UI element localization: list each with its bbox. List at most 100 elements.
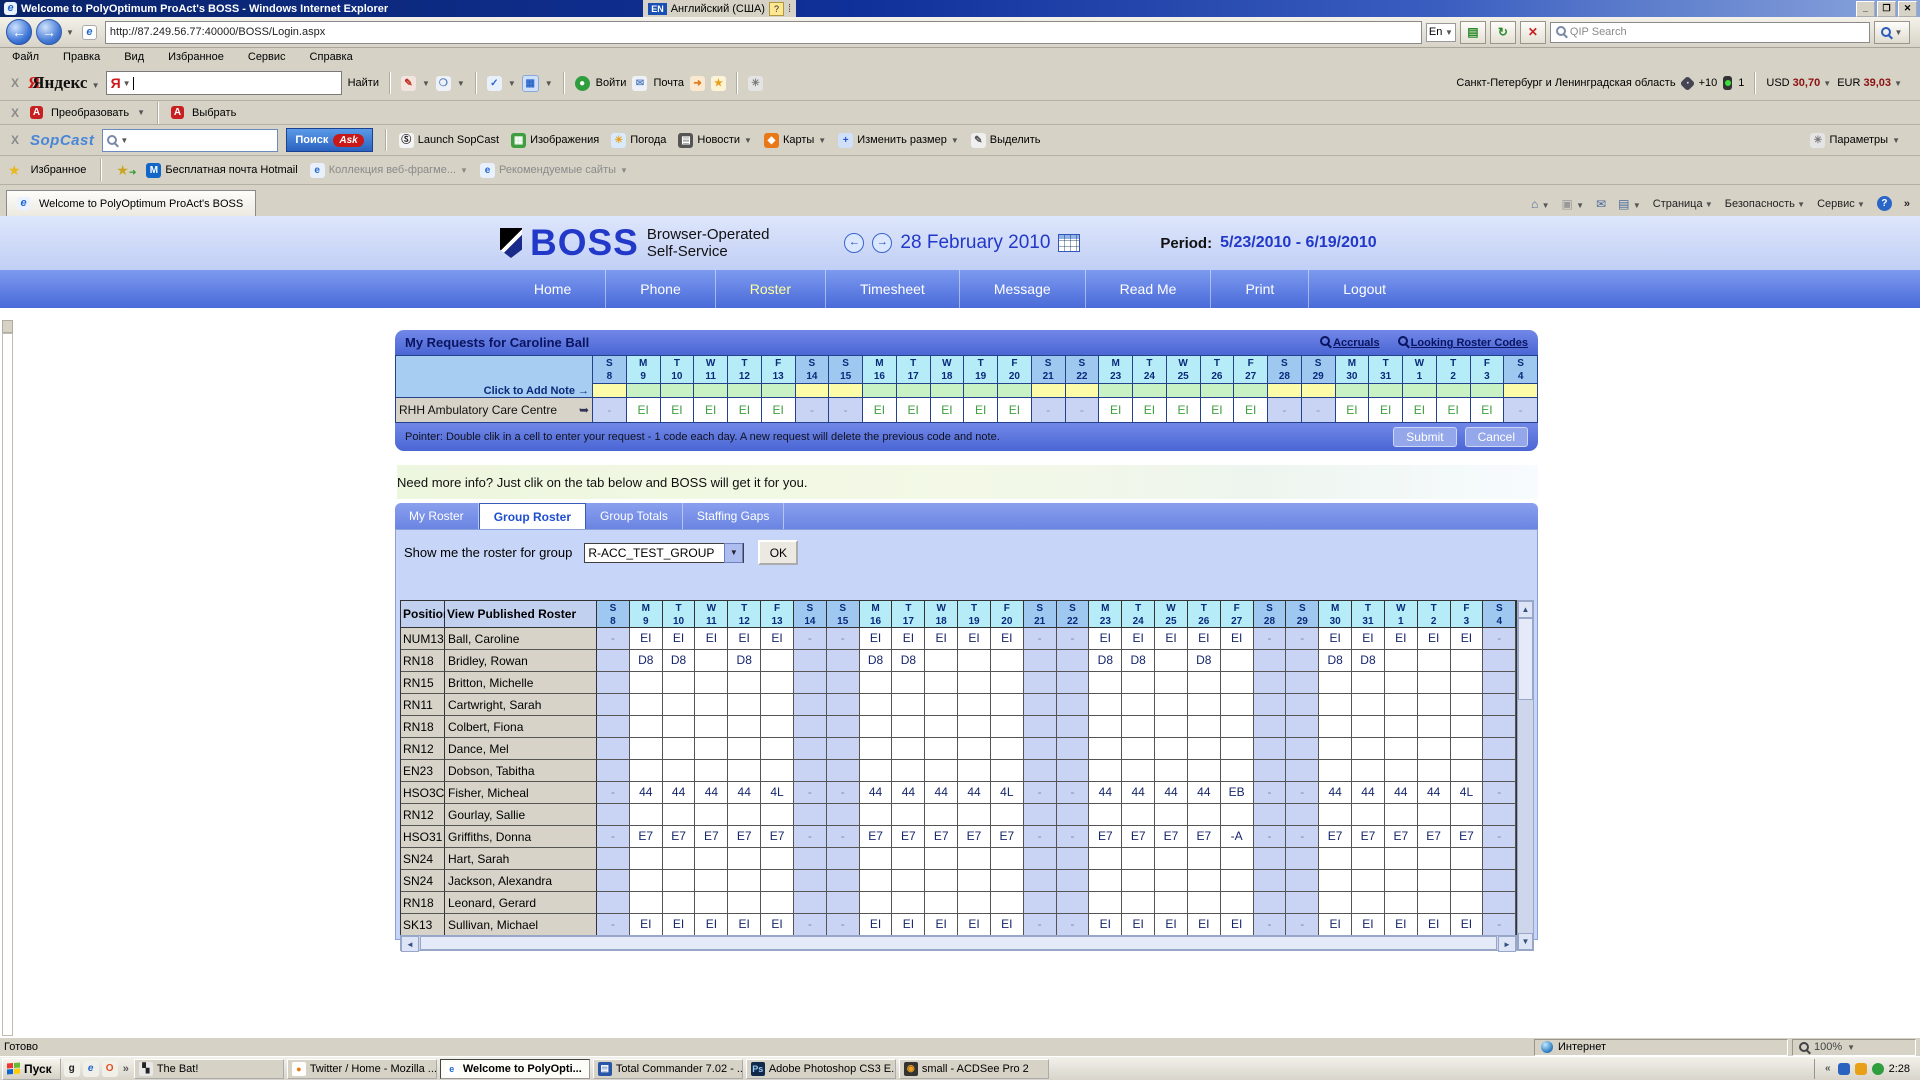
shift-code-cell[interactable] (1352, 694, 1385, 716)
shift-code-cell[interactable] (1319, 760, 1352, 782)
shift-code-cell[interactable] (1286, 738, 1319, 760)
shift-code-cell[interactable] (728, 672, 761, 694)
shift-code-cell[interactable] (991, 716, 1024, 738)
shift-code-cell[interactable]: 44 (892, 782, 925, 804)
shift-code-cell[interactable] (663, 738, 696, 760)
request-code-cell[interactable]: EI (1200, 397, 1234, 422)
add-favorite-icon[interactable]: ★➜ (116, 162, 136, 179)
shift-code-cell[interactable] (1089, 760, 1122, 782)
shift-code-cell[interactable]: 44 (663, 782, 696, 804)
toolbar-chevron-icon[interactable]: » (121, 1063, 131, 1075)
shift-code-cell[interactable] (1221, 870, 1254, 892)
shift-code-cell[interactable] (1286, 672, 1319, 694)
shift-code-cell[interactable]: 4L (761, 782, 794, 804)
shift-code-cell[interactable] (663, 716, 696, 738)
shift-code-cell[interactable] (1155, 738, 1188, 760)
shift-code-cell[interactable] (991, 870, 1024, 892)
language-label[interactable]: Английский (США) (671, 3, 765, 15)
add-note-cell[interactable] (997, 384, 1031, 397)
shift-code-cell[interactable]: - (597, 914, 630, 936)
shift-code-cell[interactable] (1188, 738, 1221, 760)
shift-code-cell[interactable] (1254, 870, 1287, 892)
scroll-down-icon[interactable]: ▼ (1518, 933, 1533, 950)
shift-code-cell[interactable] (1319, 716, 1352, 738)
shift-code-cell[interactable] (1155, 650, 1188, 672)
toolbar-params[interactable]: ✳ Параметры ▼ (1810, 133, 1912, 148)
sopcast-weather-button[interactable]: ☀Погода (611, 133, 666, 148)
shift-code-cell[interactable]: EI (728, 628, 761, 650)
shift-code-cell[interactable] (663, 870, 696, 892)
shift-code-cell[interactable]: EI (1122, 628, 1155, 650)
nav-item-message[interactable]: Message (959, 270, 1085, 308)
shift-code-cell[interactable] (1451, 870, 1484, 892)
shift-code-cell[interactable] (630, 672, 663, 694)
pencil-icon[interactable]: ✎ (401, 76, 416, 91)
nav-item-home[interactable]: Home (500, 270, 605, 308)
shift-code-cell[interactable] (663, 760, 696, 782)
shift-code-cell[interactable]: D8 (1122, 650, 1155, 672)
sopcast-maps-button[interactable]: ◆Карты▼ (764, 133, 826, 148)
shift-code-cell[interactable]: EI (1221, 628, 1254, 650)
shift-code-cell[interactable] (794, 694, 827, 716)
quicklaunch-opera-icon[interactable]: O (102, 1061, 118, 1077)
shift-code-cell[interactable] (827, 870, 860, 892)
shift-code-cell[interactable] (1385, 672, 1418, 694)
menu-item-1[interactable]: Правка (63, 51, 100, 63)
prev-day-button[interactable]: ← (844, 233, 864, 253)
roster-codes-link[interactable]: Looking Roster Codes (1398, 336, 1528, 349)
shift-code-cell[interactable] (728, 804, 761, 826)
shift-code-cell[interactable] (925, 672, 958, 694)
region-label[interactable]: Санкт-Петербург и Ленинградская область (1456, 77, 1675, 89)
convert-button[interactable]: Преобразовать (51, 107, 129, 119)
shift-code-cell[interactable]: EI (1385, 628, 1418, 650)
shift-code-cell[interactable] (827, 892, 860, 914)
shift-code-cell[interactable] (1418, 716, 1451, 738)
shift-code-cell[interactable] (1254, 892, 1287, 914)
shift-code-cell[interactable]: EI (695, 628, 728, 650)
shift-code-cell[interactable] (1254, 716, 1287, 738)
add-note-cell[interactable] (593, 384, 626, 397)
language-bar[interactable]: EN Английский (США) ? ⁞ (643, 0, 796, 17)
shift-code-cell[interactable] (728, 848, 761, 870)
refresh-icon[interactable]: ↻ (1490, 21, 1516, 44)
shift-code-cell[interactable] (695, 672, 728, 694)
request-code-cell[interactable]: EI (1470, 397, 1504, 422)
shift-code-cell[interactable]: 44 (958, 782, 991, 804)
compatibility-icon[interactable]: ▤ (1460, 21, 1486, 44)
request-code-cell[interactable]: EI (997, 397, 1031, 422)
request-code-cell[interactable]: EI (1335, 397, 1369, 422)
tray-icon-yellow[interactable] (1855, 1063, 1867, 1075)
shift-code-cell[interactable]: 44 (1188, 782, 1221, 804)
shift-code-cell[interactable] (728, 760, 761, 782)
shift-code-cell[interactable]: EI (991, 914, 1024, 936)
command-menu-0[interactable]: Страница ▼ (1653, 198, 1713, 210)
shift-code-cell[interactable] (1221, 672, 1254, 694)
shift-code-cell[interactable]: 44 (860, 782, 893, 804)
shift-code-cell[interactable] (1254, 672, 1287, 694)
shift-code-cell[interactable] (1451, 672, 1484, 694)
shift-code-cell[interactable]: - (597, 628, 630, 650)
shift-code-cell[interactable] (860, 804, 893, 826)
shift-code-cell[interactable] (1254, 650, 1287, 672)
request-code-cell[interactable]: EI (1436, 397, 1470, 422)
task-button-total-commander[interactable]: ▤Total Commander 7.02 - ... (593, 1059, 743, 1079)
shift-code-cell[interactable] (925, 848, 958, 870)
shift-code-cell[interactable] (1385, 804, 1418, 826)
shift-code-cell[interactable]: E7 (925, 826, 958, 848)
shift-code-cell[interactable] (991, 804, 1024, 826)
shift-code-cell[interactable]: D8 (728, 650, 761, 672)
calendar-icon[interactable] (1058, 234, 1080, 252)
group-select[interactable]: R-ACC_TEST_GROUP ▼ (584, 543, 744, 563)
shift-code-cell[interactable] (1286, 870, 1319, 892)
shift-code-cell[interactable] (892, 760, 925, 782)
shift-code-cell[interactable] (1122, 760, 1155, 782)
select-caret-icon[interactable]: ▼ (724, 543, 743, 563)
shift-code-cell[interactable] (695, 848, 728, 870)
shift-code-cell[interactable]: EI (630, 914, 663, 936)
shift-code-cell[interactable]: EI (1385, 914, 1418, 936)
shift-code-cell[interactable]: E7 (630, 826, 663, 848)
shift-code-cell[interactable] (728, 892, 761, 914)
start-button[interactable]: Пуск (2, 1058, 61, 1080)
shift-code-cell[interactable] (925, 650, 958, 672)
go-arrow-icon[interactable]: ➥ (579, 403, 592, 417)
